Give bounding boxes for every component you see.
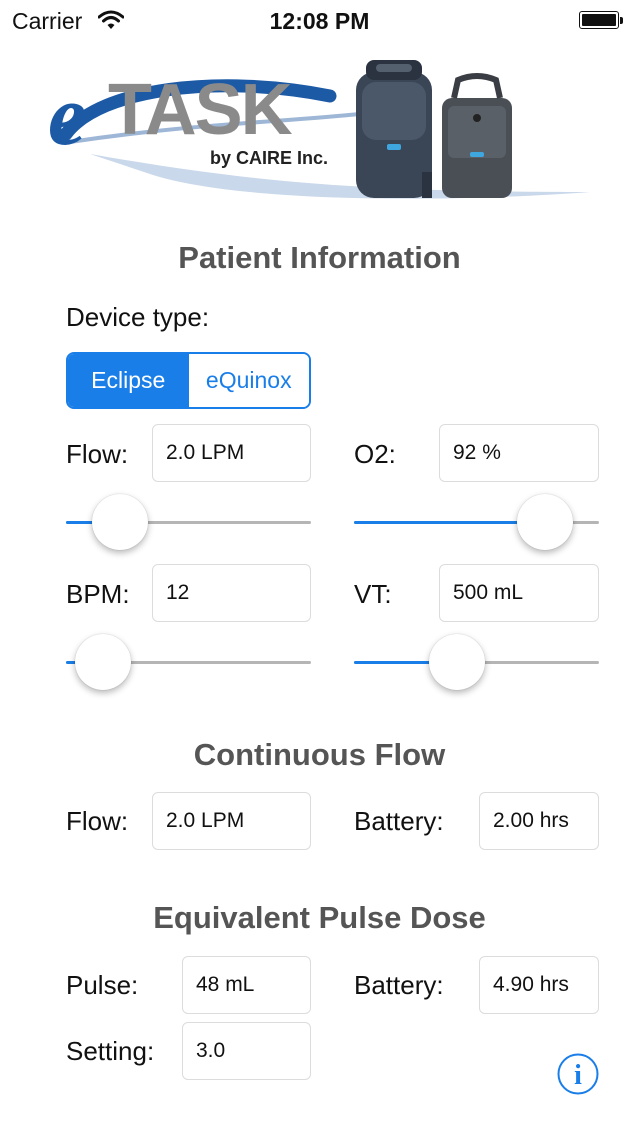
continuous-flow-heading: Continuous Flow bbox=[193, 737, 446, 772]
flow-slider[interactable] bbox=[66, 494, 311, 550]
logo-byline: by CAIRE Inc. bbox=[210, 148, 328, 168]
cf-flow-field: 2.0 LPM bbox=[152, 792, 311, 850]
segment-equinox[interactable]: eQuinox bbox=[188, 354, 309, 407]
clock: 12:08 PM bbox=[269, 8, 370, 34]
flow-field[interactable]: 2.0 LPM bbox=[152, 424, 311, 482]
svg-text:e: e bbox=[48, 67, 86, 163]
svg-text:i: i bbox=[574, 1060, 582, 1091]
pulse-label: Pulse: bbox=[66, 970, 139, 1000]
pd-battery-label: Battery: bbox=[354, 970, 444, 1000]
segment-eclipse[interactable]: Eclipse bbox=[68, 354, 189, 407]
logo-wordmark: TASK bbox=[108, 70, 293, 150]
cf-flow-label: Flow: bbox=[66, 806, 129, 836]
o2-field[interactable]: 92 % bbox=[439, 424, 599, 482]
flow-label: Flow: bbox=[66, 439, 129, 469]
setting-label: Setting: bbox=[66, 1036, 155, 1066]
equinox-device-image bbox=[442, 73, 512, 198]
vt-slider-thumb[interactable] bbox=[428, 634, 485, 690]
vt-field[interactable]: 500 mL bbox=[439, 564, 599, 622]
status-bar: Carrier 12:08 PM bbox=[0, 0, 639, 40]
device-type-segmented-control[interactable]: Eclipse eQuinox bbox=[66, 352, 311, 409]
pd-battery-field: 4.90 hrs bbox=[479, 956, 599, 1014]
bpm-slider[interactable] bbox=[66, 634, 311, 690]
etask-logo: e TASK by CAIRE Inc. bbox=[30, 52, 610, 212]
patient-info-heading: Patient Information bbox=[178, 240, 461, 275]
flow-slider-thumb[interactable] bbox=[91, 494, 148, 550]
pulse-field: 48 mL bbox=[182, 956, 311, 1014]
o2-slider[interactable] bbox=[354, 494, 599, 550]
cf-battery-field: 2.00 hrs bbox=[479, 792, 599, 850]
cf-battery-label: Battery: bbox=[354, 806, 444, 836]
setting-field: 3.0 bbox=[182, 1022, 311, 1080]
device-type-label: Device type: bbox=[66, 302, 210, 332]
o2-label: O2: bbox=[354, 439, 396, 469]
bpm-field[interactable]: 12 bbox=[152, 564, 311, 622]
o2-slider-thumb[interactable] bbox=[517, 494, 574, 550]
eclipse-device-image bbox=[356, 60, 432, 198]
bpm-label: BPM: bbox=[66, 579, 130, 609]
battery-icon bbox=[579, 11, 625, 31]
pulse-dose-heading: Equivalent Pulse Dose bbox=[153, 900, 486, 935]
bpm-slider-thumb[interactable] bbox=[74, 634, 131, 690]
vt-slider[interactable] bbox=[354, 634, 599, 690]
vt-label: VT: bbox=[354, 579, 392, 609]
info-icon[interactable]: i bbox=[557, 1053, 599, 1095]
